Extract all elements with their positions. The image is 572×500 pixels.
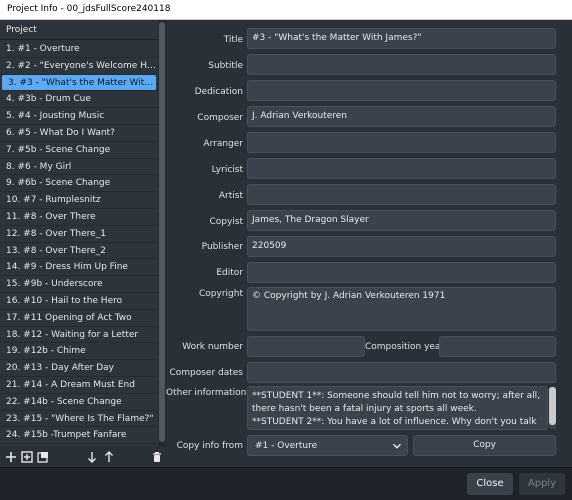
score-list: 1. #1 - Overture 2. #2 - "Everyone's Wel… bbox=[0, 41, 157, 446]
list-item[interactable]: 23. #15 - "Where Is The Flame?" bbox=[0, 411, 157, 428]
composer-dates-input[interactable] bbox=[247, 362, 556, 383]
dedication-label: Dedication bbox=[194, 87, 243, 97]
dedication-input[interactable] bbox=[247, 80, 556, 101]
copy-button[interactable]: Copy bbox=[413, 435, 556, 456]
sidebar-scrollbar-thumb[interactable] bbox=[159, 22, 165, 442]
list-item[interactable]: 7. #5b - Scene Change bbox=[0, 142, 157, 159]
artist-input[interactable] bbox=[247, 184, 556, 205]
chevron-down-icon bbox=[392, 441, 402, 451]
list-item[interactable]: 6. #5 - What Do I Want? bbox=[0, 125, 157, 142]
work-number-label: Work number bbox=[182, 342, 243, 352]
subtitle-input[interactable] bbox=[247, 54, 556, 75]
list-item[interactable]: 2. #2 - "Everyone's Welcome Here" bbox=[0, 58, 157, 75]
list-item[interactable]: 13. #8 - Over There_2 bbox=[0, 243, 157, 260]
import-icon[interactable] bbox=[36, 450, 50, 464]
title-label: Title bbox=[223, 35, 243, 45]
other-info-label: Other information bbox=[166, 388, 247, 398]
trash-icon[interactable] bbox=[150, 450, 164, 464]
list-item[interactable]: 21. #14 - A Dream Must End bbox=[0, 377, 157, 394]
publisher-label: Publisher bbox=[201, 242, 243, 252]
arranger-input[interactable] bbox=[247, 132, 556, 153]
copyright-label: Copyright bbox=[199, 289, 243, 299]
list-item[interactable]: 20. #13 - Day After Day bbox=[0, 360, 157, 377]
list-item[interactable]: 1. #1 - Overture bbox=[0, 41, 157, 58]
project-sidebar: Project 1. #1 - Overture 2. #2 - "Everyo… bbox=[0, 20, 166, 447]
apply-button[interactable]: Apply bbox=[519, 473, 565, 495]
list-item[interactable]: 11. #8 - Over There bbox=[0, 209, 157, 226]
composer-input[interactable]: J. Adrian Verkouteren bbox=[247, 106, 556, 127]
list-item[interactable]: 17. #11 Opening of Act Two bbox=[0, 310, 157, 327]
list-item[interactable]: 9. #6b - Scene Change bbox=[0, 175, 157, 193]
title-bar: Project Info - 00_jdsFullScore240118 bbox=[0, 0, 572, 20]
close-button[interactable]: Close bbox=[467, 473, 513, 495]
list-item[interactable]: 18. #12 - Waiting for a Letter bbox=[0, 327, 157, 344]
add-icon[interactable] bbox=[4, 450, 18, 464]
publisher-input[interactable]: 220509 bbox=[247, 236, 556, 257]
other-info-scrollbar-thumb[interactable] bbox=[549, 387, 556, 425]
composer-dates-label: Composer dates bbox=[169, 368, 243, 378]
window-title: Project Info - 00_jdsFullScore240118 bbox=[7, 4, 171, 14]
list-item[interactable]: 15. #9b - Underscore bbox=[0, 276, 157, 293]
list-item[interactable]: 19. #12b - Chime bbox=[0, 343, 157, 361]
sidebar-scrollbar[interactable] bbox=[158, 20, 166, 447]
copyright-textarea[interactable]: © Copyright by J. Adrian Verkouteren 197… bbox=[247, 287, 556, 331]
list-item[interactable]: 5. #4 - Jousting Music bbox=[0, 108, 157, 125]
list-item[interactable]: 22. #14b - Scene Change bbox=[0, 394, 157, 411]
dialog-button-bar: Close Apply bbox=[0, 467, 572, 500]
subtitle-label: Subtitle bbox=[208, 61, 243, 71]
list-item[interactable]: 10. #7 - Rumplesnitz bbox=[0, 192, 157, 209]
list-item[interactable]: 8. #6 - My Girl bbox=[0, 159, 157, 176]
lyricist-label: Lyricist bbox=[211, 165, 243, 175]
lyricist-input[interactable] bbox=[247, 158, 556, 179]
editor-input[interactable] bbox=[247, 262, 556, 283]
sidebar-header: Project bbox=[0, 20, 157, 40]
composition-year-label: Composition year bbox=[365, 342, 445, 352]
list-item-selected[interactable]: 3. #3 - "What's the Matter With James?" bbox=[2, 74, 156, 92]
title-input[interactable]: #3 - "What's the Matter With James?" bbox=[247, 28, 556, 49]
other-info-textarea[interactable]: **STUDENT 1**: Someone should tell him n… bbox=[247, 386, 548, 430]
copy-info-label: Copy info from bbox=[176, 441, 243, 451]
move-down-icon[interactable] bbox=[85, 450, 99, 464]
list-item[interactable]: 16. #10 - Hail to the Hero bbox=[0, 293, 157, 310]
list-item[interactable]: 12. #8 - Over There_1 bbox=[0, 226, 157, 243]
list-item[interactable]: 4. #3b - Drum Cue bbox=[0, 91, 157, 109]
list-item[interactable]: 14. #9 - Dress Him Up Fine bbox=[0, 259, 157, 277]
other-info-scrollbar[interactable] bbox=[549, 387, 556, 429]
composition-year-input[interactable] bbox=[439, 336, 556, 357]
copyist-input[interactable]: James, The Dragon Slayer bbox=[247, 210, 556, 231]
copy-info-select[interactable]: #1 - Overture bbox=[247, 435, 408, 456]
move-up-icon[interactable] bbox=[102, 450, 116, 464]
editor-label: Editor bbox=[216, 268, 243, 278]
sidebar-toolbar bbox=[0, 447, 166, 467]
copyist-label: Copyist bbox=[209, 217, 243, 227]
work-number-input[interactable] bbox=[247, 336, 365, 357]
copy-info-selected: #1 - Overture bbox=[255, 441, 318, 451]
composer-label: Composer bbox=[197, 113, 243, 123]
artist-label: Artist bbox=[218, 191, 243, 201]
arranger-label: Arranger bbox=[203, 139, 243, 149]
add-copy-icon[interactable] bbox=[20, 450, 34, 464]
list-item[interactable]: 24. #15b -Trumpet Fanfare bbox=[0, 427, 157, 445]
